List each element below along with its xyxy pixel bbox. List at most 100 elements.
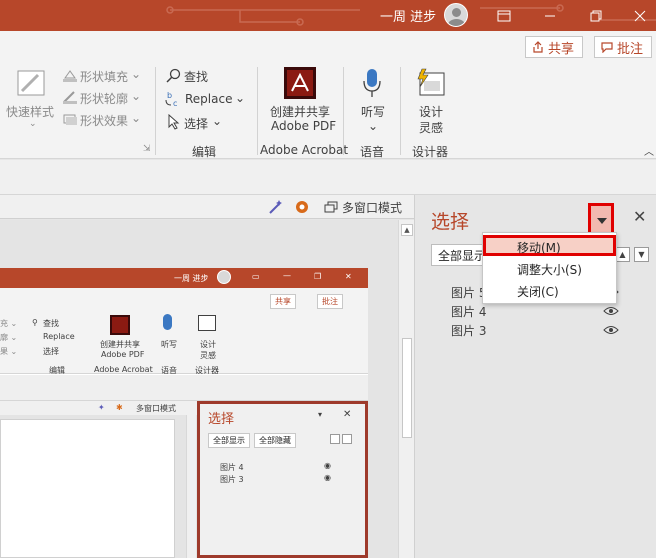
account-name[interactable]: 一周 进步 [380, 6, 436, 25]
ribbon-display-options-button[interactable] [482, 0, 526, 31]
design-ideas-icon [417, 68, 445, 96]
shape-outline-button[interactable]: 形状轮廓 [80, 90, 128, 107]
mini-close-icon: ✕ [345, 272, 352, 281]
menu-item-move[interactable]: 移动(M) [483, 235, 616, 256]
vertical-scrollbar[interactable]: ▲ [398, 220, 414, 558]
search-icon [166, 68, 181, 83]
gear-icon[interactable] [294, 199, 310, 215]
create-share-pdf-button[interactable]: 创建并共享 [270, 103, 330, 120]
canvas-toolbar: 多窗口模式 [0, 195, 414, 219]
mini-bring-forward-icon [330, 434, 340, 444]
menu-item-close[interactable]: 关闭(C) [483, 280, 616, 301]
chevron-down-icon: ⌄ [131, 111, 142, 125]
replace-button[interactable]: Replace [185, 92, 232, 106]
mini-pane-dropdown-icon: ▾ [318, 410, 323, 419]
show-all-button[interactable]: 全部显示 [431, 244, 489, 266]
magic-wand-icon[interactable] [268, 199, 284, 215]
acrobat-group-label: Adobe Acrobat [260, 143, 349, 157]
mini-slide [0, 419, 175, 558]
mini-ribbon-display-icon: ▭ [252, 272, 260, 281]
mini-replace-label: Replace [43, 332, 75, 341]
pane-close-icon[interactable]: ✕ [633, 207, 646, 226]
find-button[interactable]: 查找 [184, 68, 208, 85]
mini-search-icon: ⚲ [32, 318, 38, 327]
chevron-down-icon: ⌄ [131, 89, 142, 103]
dictate-button[interactable]: 听写 [361, 103, 385, 120]
edit-group-label: 编辑 [192, 145, 217, 159]
select-cursor-icon [168, 114, 180, 130]
group-divider [155, 67, 156, 155]
shape-outline-icon [63, 91, 77, 104]
pane-item[interactable]: 图片 4 [451, 303, 486, 320]
svg-text:b: b [167, 91, 172, 100]
bring-forward-icon[interactable]: ▲ [615, 247, 630, 262]
mini-create-pdf-label-2: Adobe PDF [101, 350, 145, 359]
eye-icon[interactable] [603, 325, 619, 335]
mini-eye-icon: ◉ [324, 461, 331, 470]
mini-select-label: 选择 [43, 347, 59, 356]
shape-effects-icon [63, 114, 77, 125]
chevron-down-icon: ⌄ [235, 91, 246, 105]
mini-magic-wand-icon: ✦ [98, 403, 105, 412]
mini-gear-icon: ✱ [116, 403, 123, 412]
comment-icon [601, 42, 613, 53]
adobe-pdf-icon [284, 67, 316, 99]
mini-pane-close-icon: ✕ [343, 409, 352, 420]
mini-ribbon-spacer [0, 375, 368, 401]
share-button[interactable]: 共享 [525, 36, 583, 58]
restore-button[interactable] [574, 0, 618, 31]
minimize-button[interactable] [528, 0, 572, 31]
title-bar: 一周 进步 [0, 0, 656, 31]
mini-multi-window-label: 多窗口模式 [136, 404, 176, 413]
pane-item[interactable]: 图片 3 [451, 322, 486, 339]
chevron-down-icon: ⌄ [212, 114, 223, 128]
mini-create-pdf-label: 创建并共享 [100, 340, 140, 349]
mini-eye-icon: ◉ [324, 473, 331, 482]
mini-pane-item: 图片 4 [220, 463, 244, 472]
voice-group-label: 语音 [360, 145, 385, 159]
comment-button[interactable]: 批注 [594, 36, 652, 58]
mini-selection-pane: 选择 ▾ ✕ 全部显示 全部隐藏 图片 4 ◉ 图片 3 ◉ [197, 401, 368, 558]
scroll-up-icon[interactable]: ▲ [401, 224, 413, 236]
shape-fill-icon [63, 70, 77, 82]
pane-options-menu: 移动(M) 调整大小(S) 关闭(C) [482, 232, 617, 304]
mini-account-name: 一周 进步 [174, 274, 209, 283]
microphone-icon [363, 69, 381, 97]
mini-pane-title: 选择 [208, 412, 235, 427]
collapse-ribbon-icon[interactable]: ︿ [644, 143, 654, 158]
mini-design-ideas-icon [198, 315, 216, 331]
ribbon-display-icon [497, 10, 511, 21]
quick-styles-button[interactable]: 快速样式 [6, 103, 54, 120]
shape-fill-button[interactable]: 形状填充 [80, 68, 128, 85]
chevron-down-icon: ⌄ [368, 119, 379, 133]
multi-window-icon [324, 201, 338, 213]
mini-shape-effects-fragment: 果 ⌄ [0, 347, 18, 356]
group-divider [343, 67, 344, 155]
close-button[interactable] [618, 0, 656, 31]
mini-microphone-icon [163, 314, 172, 330]
design-ideas-button[interactable]: 设计 [419, 103, 443, 120]
mini-canvas-toolbar: ✦ ✱ 多窗口模式 [0, 401, 197, 415]
menu-item-resize[interactable]: 调整大小(S) [483, 258, 616, 279]
comment-label: 批注 [617, 41, 644, 57]
mini-designer-label: 设计 [200, 340, 216, 349]
select-button[interactable]: 选择 [184, 115, 208, 132]
ribbon: 共享 批注 快速样式 ⌄ 形状填充 ⌄ 形状轮廓 ⌄ 形状效果 ⌄ ⇲ 查找 b… [0, 31, 656, 159]
mini-comment-button: 批注 [317, 294, 343, 309]
mini-share-button: 共享 [270, 294, 296, 309]
multi-window-button[interactable]: 多窗口模式 [342, 199, 402, 216]
dialog-launcher-icon[interactable]: ⇲ [143, 144, 151, 154]
mini-send-backward-icon [342, 434, 352, 444]
embedded-screenshot[interactable]: 一周 进步 ▭ — ❐ ✕ 共享 批注 充 ⌄ 廓 ⌄ 果 ⌄ ⚲ 查找 Rep… [0, 268, 368, 558]
mini-find-label: 查找 [43, 319, 59, 328]
shape-effects-button[interactable]: 形状效果 [80, 112, 128, 129]
eye-icon[interactable] [603, 306, 619, 316]
send-backward-icon[interactable]: ▼ [634, 247, 649, 262]
mini-minimize-icon: — [283, 271, 291, 280]
svg-text:c: c [173, 99, 177, 108]
share-label: 共享 [548, 41, 575, 57]
mini-scrollbar [186, 415, 196, 558]
mini-hide-all-button: 全部隐藏 [254, 433, 296, 448]
avatar-icon[interactable] [444, 3, 468, 27]
scroll-thumb[interactable] [402, 338, 412, 438]
